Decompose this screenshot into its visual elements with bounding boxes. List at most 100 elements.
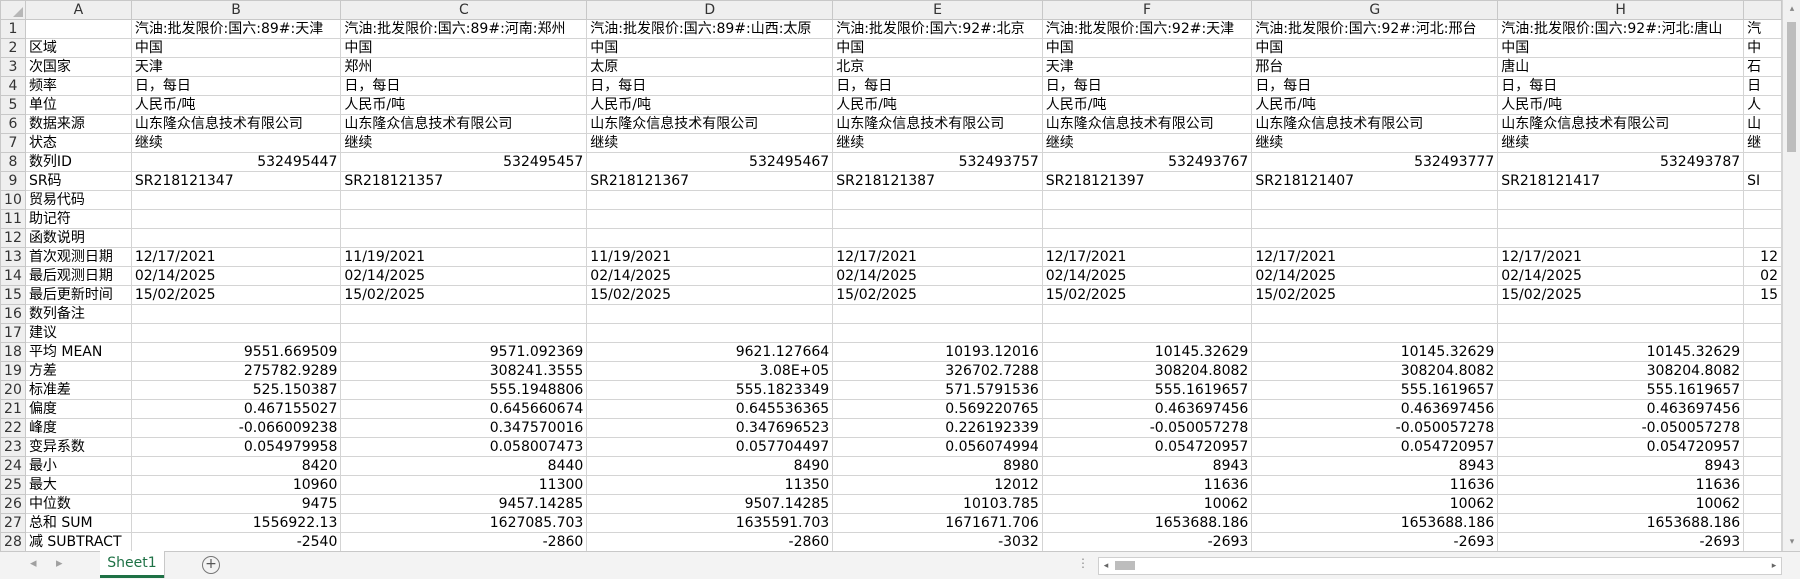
cell[interactable]: 02/14/2025	[1041, 266, 1253, 286]
cell[interactable]: 继续	[1041, 133, 1253, 153]
cell[interactable]: 人民币/吨	[1497, 95, 1745, 115]
cell[interactable]: 日，每日	[1497, 76, 1745, 96]
cell[interactable]: 1653688.186	[1251, 513, 1499, 533]
cell[interactable]: 10062	[1251, 494, 1499, 514]
cell[interactable]: SR218121367	[586, 171, 834, 191]
cell[interactable]	[1251, 304, 1499, 324]
cell[interactable]: 0.347570016	[340, 418, 588, 438]
row-header[interactable]: 17	[0, 323, 26, 343]
row-header[interactable]: 1	[0, 19, 26, 39]
cell[interactable]	[832, 209, 1043, 229]
row-header[interactable]: 11	[0, 209, 26, 229]
cell[interactable]	[586, 228, 834, 248]
cell[interactable]: -0.050057278	[1497, 418, 1745, 438]
cell[interactable]: 15/02/2025	[130, 285, 342, 305]
cell[interactable]: 8943	[1251, 456, 1499, 476]
add-sheet-icon[interactable]: +	[202, 556, 220, 574]
cell[interactable]: 偏度	[24, 399, 132, 419]
cell[interactable]: 8420	[130, 456, 342, 476]
cell[interactable]: 10062	[1041, 494, 1253, 514]
cell[interactable]: SR码	[24, 171, 132, 191]
cell[interactable]: 中国	[832, 38, 1043, 58]
cell[interactable]: -0.066009238	[130, 418, 342, 438]
row-header[interactable]: 24	[0, 456, 26, 476]
cell[interactable]	[1251, 190, 1499, 210]
cell[interactable]: 532493777	[1251, 152, 1499, 172]
cell[interactable]	[1497, 304, 1745, 324]
row-header[interactable]: 9	[0, 171, 26, 191]
cell[interactable]: 频率	[24, 76, 132, 96]
cell[interactable]	[130, 304, 342, 324]
cell[interactable]: 9621.127664	[586, 342, 834, 362]
cell[interactable]: 0.054979958	[130, 437, 342, 457]
cell[interactable]: 数列ID	[24, 152, 132, 172]
row-header[interactable]: 18	[0, 342, 26, 362]
cell[interactable]: 532495447	[130, 152, 342, 172]
cell[interactable]: 汽油:批发限价:国六:89#:天津	[130, 19, 342, 39]
cell[interactable]: 继续	[340, 133, 588, 153]
cell[interactable]	[340, 323, 588, 343]
cell[interactable]: 郑州	[340, 57, 588, 77]
cell[interactable]: 555.1619657	[1251, 380, 1499, 400]
row-header[interactable]: 7	[0, 133, 26, 153]
cell[interactable]: 10062	[1497, 494, 1745, 514]
cell[interactable]: 首次观测日期	[24, 247, 132, 267]
cell[interactable]: 532493787	[1497, 152, 1745, 172]
cell[interactable]: 532493757	[832, 152, 1043, 172]
cell[interactable]: 中位数	[24, 494, 132, 514]
cell[interactable]: 11636	[1497, 475, 1745, 495]
cell[interactable]: 9551.669509	[130, 342, 342, 362]
cell[interactable]: 275782.9289	[130, 361, 342, 381]
cell[interactable]	[1743, 190, 1782, 210]
cell[interactable]: SR218121407	[1251, 171, 1499, 191]
cell[interactable]	[130, 190, 342, 210]
cell[interactable]: SR218121347	[130, 171, 342, 191]
cell[interactable]	[1743, 532, 1782, 551]
cell[interactable]: 山	[1743, 114, 1782, 134]
cell[interactable]: 单位	[24, 95, 132, 115]
cell[interactable]	[586, 209, 834, 229]
scroll-down-arrow-icon[interactable]: ▾	[1783, 533, 1800, 551]
row-header[interactable]: 22	[0, 418, 26, 438]
cell[interactable]: 最后观测日期	[24, 266, 132, 286]
cell[interactable]: 日，每日	[340, 76, 588, 96]
cell[interactable]: 0.054720957	[1041, 437, 1253, 457]
cell[interactable]	[1743, 380, 1782, 400]
cell[interactable]: 汽油:批发限价:国六:92#:河北:邢台	[1251, 19, 1499, 39]
cell[interactable]: 峰度	[24, 418, 132, 438]
cell[interactable]	[586, 323, 834, 343]
cell[interactable]	[130, 228, 342, 248]
cell[interactable]: 日	[1743, 76, 1782, 96]
row-header[interactable]: 20	[0, 380, 26, 400]
cell[interactable]: 日，每日	[130, 76, 342, 96]
cell[interactable]: 中国	[1041, 38, 1253, 58]
cell[interactable]: 15/02/2025	[1041, 285, 1253, 305]
cell[interactable]: -2693	[1041, 532, 1253, 551]
cell[interactable]: 10193.12016	[832, 342, 1043, 362]
cell[interactable]: 标准差	[24, 380, 132, 400]
cell[interactable]: 山东隆众信息技术有限公司	[1041, 114, 1253, 134]
row-header[interactable]: 6	[0, 114, 26, 134]
cell[interactable]: 8943	[1497, 456, 1745, 476]
cell[interactable]: 02/14/2025	[832, 266, 1043, 286]
cell[interactable]: 汽油:批发限价:国六:92#:河北:唐山	[1497, 19, 1745, 39]
row-header[interactable]: 14	[0, 266, 26, 286]
cell[interactable]: 函数说明	[24, 228, 132, 248]
row-header[interactable]: 12	[0, 228, 26, 248]
cell[interactable]: 15	[1743, 285, 1782, 305]
cell[interactable]: 9507.14285	[586, 494, 834, 514]
cell[interactable]: 12/17/2021	[1497, 247, 1745, 267]
cell[interactable]: 人	[1743, 95, 1782, 115]
cell[interactable]	[340, 209, 588, 229]
cell[interactable]: 中国	[1497, 38, 1745, 58]
row-header[interactable]: 28	[0, 532, 26, 551]
column-header-e[interactable]: E	[832, 0, 1043, 20]
cell[interactable]: 1556922.13	[130, 513, 342, 533]
cell[interactable]: 12012	[832, 475, 1043, 495]
cell[interactable]	[1743, 209, 1782, 229]
cell[interactable]: 11300	[340, 475, 588, 495]
cell[interactable]: 天津	[130, 57, 342, 77]
row-header[interactable]: 16	[0, 304, 26, 324]
cell[interactable]: 日，每日	[832, 76, 1043, 96]
cell[interactable]: 总和 SUM	[24, 513, 132, 533]
